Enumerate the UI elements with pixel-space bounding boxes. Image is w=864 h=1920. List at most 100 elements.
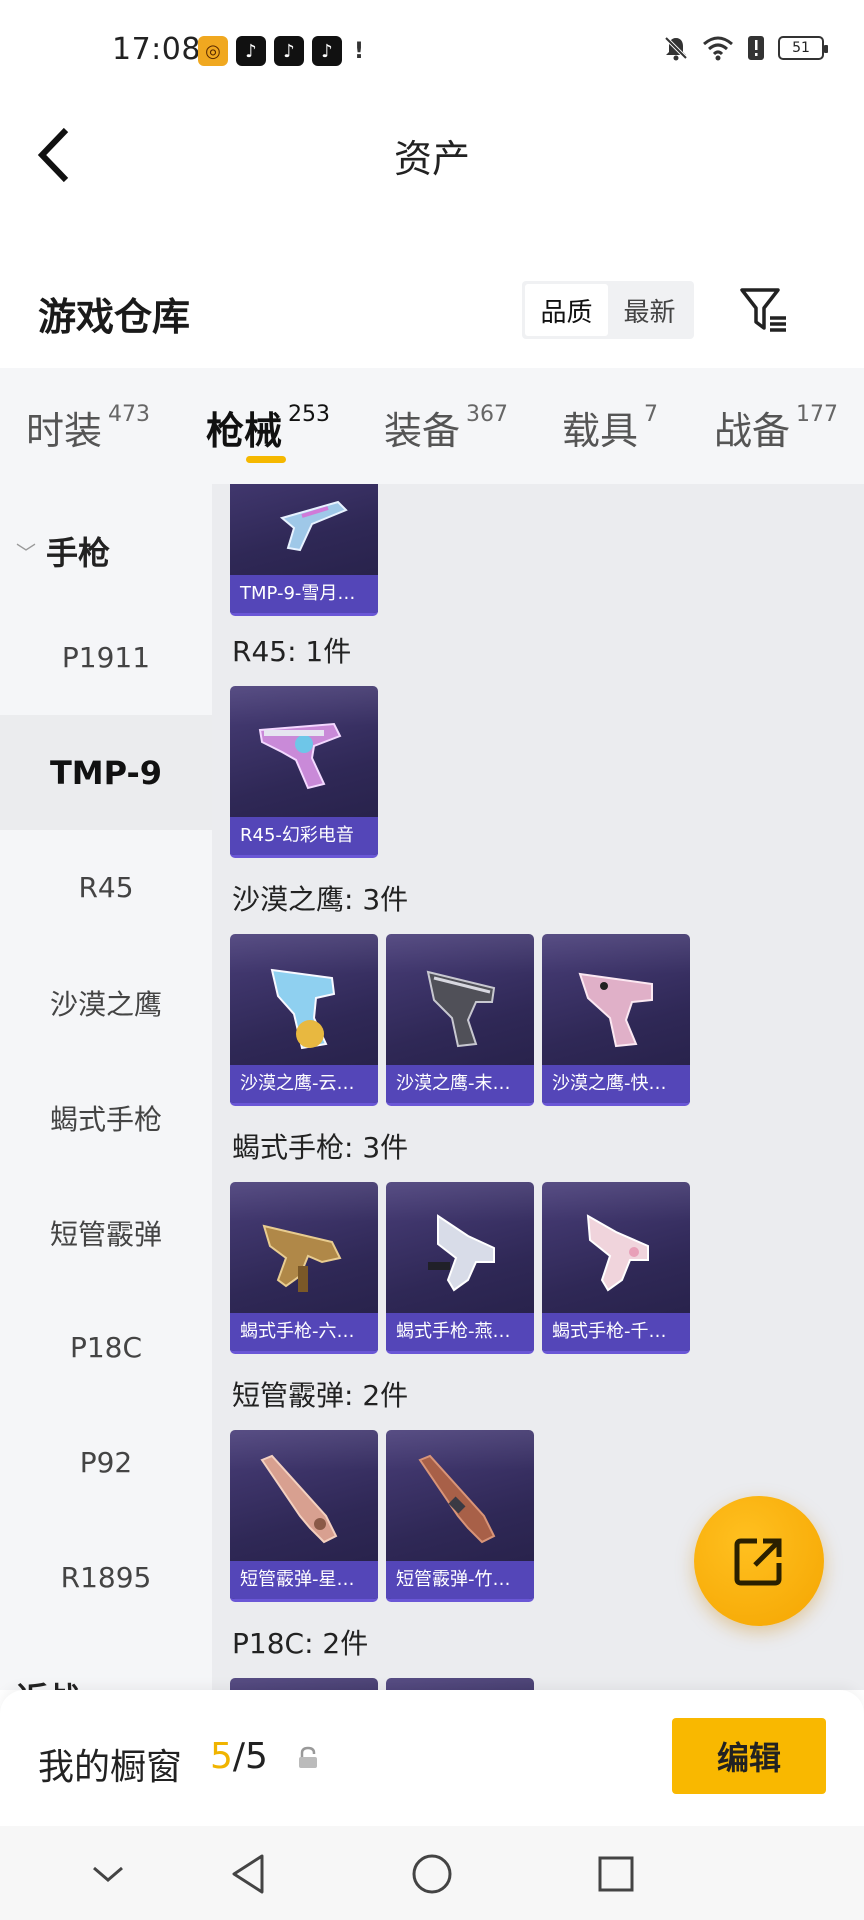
skin-card[interactable]: 蝎式手枪-燕… xyxy=(386,1182,534,1354)
tab-equipment[interactable]: 装备 367 xyxy=(384,400,508,455)
showcase-count: 5/5 xyxy=(210,1736,268,1777)
sidebar-item-p1911[interactable]: P1911 xyxy=(0,600,212,715)
sidebar-item-desert-eagle[interactable]: 沙漠之鹰 xyxy=(0,945,212,1060)
sidebar-group-pistols[interactable]: ﹀ 手枪 xyxy=(16,528,110,574)
filter-icon xyxy=(740,288,786,332)
warehouse-title: 游戏仓库 xyxy=(38,295,191,339)
skin-card[interactable]: R45-幻彩电音 xyxy=(230,686,378,858)
skin-card-name: 短管霰弹-星… xyxy=(230,1561,378,1599)
category-label: 沙漠之鹰: 3件 xyxy=(232,883,409,916)
app-icon-yellow: ◎ xyxy=(198,36,228,66)
tiktok-icon: ♪ xyxy=(312,36,342,66)
tab-vehicles[interactable]: 载具 7 xyxy=(562,400,658,455)
skin-card-name: 沙漠之鹰-末… xyxy=(386,1065,534,1103)
pistol-skin-icon xyxy=(578,972,653,1048)
pistol-skin-icon xyxy=(279,500,348,552)
smg-skin-icon xyxy=(428,1214,495,1292)
chevron-down-icon xyxy=(93,1866,123,1882)
showcase-label: 我的橱窗 xyxy=(38,1747,183,1788)
tab-count: 473 xyxy=(108,402,151,427)
showcase-current: 5 xyxy=(210,1736,233,1777)
skin-card-name: 蝎式手枪-燕… xyxy=(386,1313,534,1351)
edit-button[interactable]: 编辑 xyxy=(672,1718,826,1794)
alert-icon: ! xyxy=(353,38,365,64)
tiktok-icon: ♪ xyxy=(274,36,304,66)
tab-label: 装备 xyxy=(384,409,461,453)
skin-card-name: 蝎式手枪-六… xyxy=(230,1313,378,1351)
pistol-skin-icon xyxy=(426,970,496,1048)
skin-card-name: TMP-9-雪月… xyxy=(230,575,378,613)
wifi-icon xyxy=(703,36,733,61)
tab-supplies[interactable]: 战备 177 xyxy=(714,400,838,455)
status-bar: 17:08 ◎ ♪ ♪ ♪ ! 51 xyxy=(0,0,864,100)
tab-count: 253 xyxy=(288,402,331,427)
nav-home-button[interactable] xyxy=(402,1846,462,1902)
tab-count: 177 xyxy=(796,402,839,427)
tab-weapons[interactable]: 枪械 253 xyxy=(206,400,330,455)
showcase-total: 5 xyxy=(245,1736,268,1777)
recents-square-icon xyxy=(598,1856,634,1892)
mute-bell-icon xyxy=(664,36,688,61)
battery-icon: 51 xyxy=(778,36,828,60)
tab-label: 战备 xyxy=(714,409,791,453)
lock-icon xyxy=(299,1746,317,1768)
chevron-down-icon: ﹀ xyxy=(16,540,36,565)
tab-label: 时装 xyxy=(26,409,103,453)
category-label: 短管霰弹: 2件 xyxy=(232,1379,409,1412)
sidebar-item-r45[interactable]: R45 xyxy=(0,830,212,945)
skin-card[interactable]: 蝎式手枪-千… xyxy=(542,1182,690,1354)
skin-card[interactable]: 短管霰弹-竹… xyxy=(386,1430,534,1602)
skin-card-name: 沙漠之鹰-快… xyxy=(542,1065,690,1103)
shotgun-skin-icon xyxy=(260,1454,338,1544)
sidebar-item-p92[interactable]: P92 xyxy=(0,1405,212,1520)
skin-card[interactable]: TMP-9-雪月… xyxy=(230,484,378,616)
system-nav-bar xyxy=(0,1826,864,1920)
category-label: R45: 1件 xyxy=(232,635,352,668)
category-tabs: 时装 473 枪械 253 装备 367 载具 7 战备 177 xyxy=(0,368,864,484)
tab-fashion[interactable]: 时装 473 xyxy=(26,400,150,455)
sidebar-group-melee[interactable]: 近战 xyxy=(16,1674,80,1690)
tab-label: 载具 xyxy=(562,409,639,453)
share-export-icon xyxy=(734,1538,782,1586)
tab-count: 7 xyxy=(644,402,659,427)
tab-count: 367 xyxy=(466,402,509,427)
active-tab-indicator xyxy=(246,456,286,463)
smg-skin-icon xyxy=(262,1224,342,1292)
back-triangle-icon xyxy=(232,1854,264,1894)
system-icons: 51 xyxy=(662,34,828,62)
skin-card[interactable]: 短管霰弹-星… xyxy=(230,1430,378,1602)
showcase-bar: 我的橱窗 5/5 编辑 xyxy=(0,1690,864,1826)
nav-recents-button[interactable] xyxy=(586,1846,646,1902)
skin-card-name: R45-幻彩电音 xyxy=(230,817,378,855)
sidebar-item-p18c[interactable]: P18C xyxy=(0,1290,212,1405)
filter-button[interactable] xyxy=(738,284,790,336)
status-time: 17:08 xyxy=(112,32,201,67)
skin-card[interactable]: 蝎式手枪-六… xyxy=(230,1182,378,1354)
home-circle-icon xyxy=(412,1854,452,1894)
page-title: 资产 xyxy=(393,137,470,181)
skin-card[interactable]: 沙漠之鹰-云… xyxy=(230,934,378,1106)
sidebar-item-scorpion[interactable]: 蝎式手枪 xyxy=(0,1060,212,1175)
share-fab[interactable] xyxy=(694,1496,824,1626)
sidebar-item-tmp9[interactable]: TMP-9 xyxy=(0,715,212,830)
sidebar-item-sawed-off[interactable]: 短管霰弹 xyxy=(0,1175,212,1290)
smg-skin-icon xyxy=(586,1214,649,1292)
skin-card[interactable] xyxy=(230,1678,378,1690)
skin-card[interactable] xyxy=(386,1678,534,1690)
sidebar-item-r1895[interactable]: R1895 xyxy=(0,1520,212,1635)
skin-card-name: 短管霰弹-竹… xyxy=(386,1561,534,1599)
skin-card[interactable]: 沙漠之鹰-快… xyxy=(542,934,690,1106)
revolver-skin-icon xyxy=(258,722,342,790)
weapon-type-sidebar: ﹀ 手枪 P1911 TMP-9 R45 沙漠之鹰 蝎式手枪 短管霰弹 P18C… xyxy=(0,484,212,1690)
app-screen: 17:08 ◎ ♪ ♪ ♪ ! 51 资产 游戏仓库 品质 最新 时装 473 … xyxy=(0,0,864,1920)
tiktok-icon: ♪ xyxy=(236,36,266,66)
notification-icons: ◎ ♪ ♪ ♪ ! xyxy=(198,36,368,66)
shotgun-skin-icon xyxy=(418,1454,496,1544)
nav-back-button[interactable] xyxy=(218,1846,278,1902)
sidebar-group-label: 手枪 xyxy=(46,534,111,572)
sort-quality-option[interactable]: 品质 xyxy=(525,284,608,336)
skin-card[interactable]: 沙漠之鹰-末… xyxy=(386,934,534,1106)
nav-collapse-button[interactable] xyxy=(78,1846,138,1902)
sort-newest-option[interactable]: 最新 xyxy=(608,284,691,336)
alert-icon xyxy=(748,36,764,60)
